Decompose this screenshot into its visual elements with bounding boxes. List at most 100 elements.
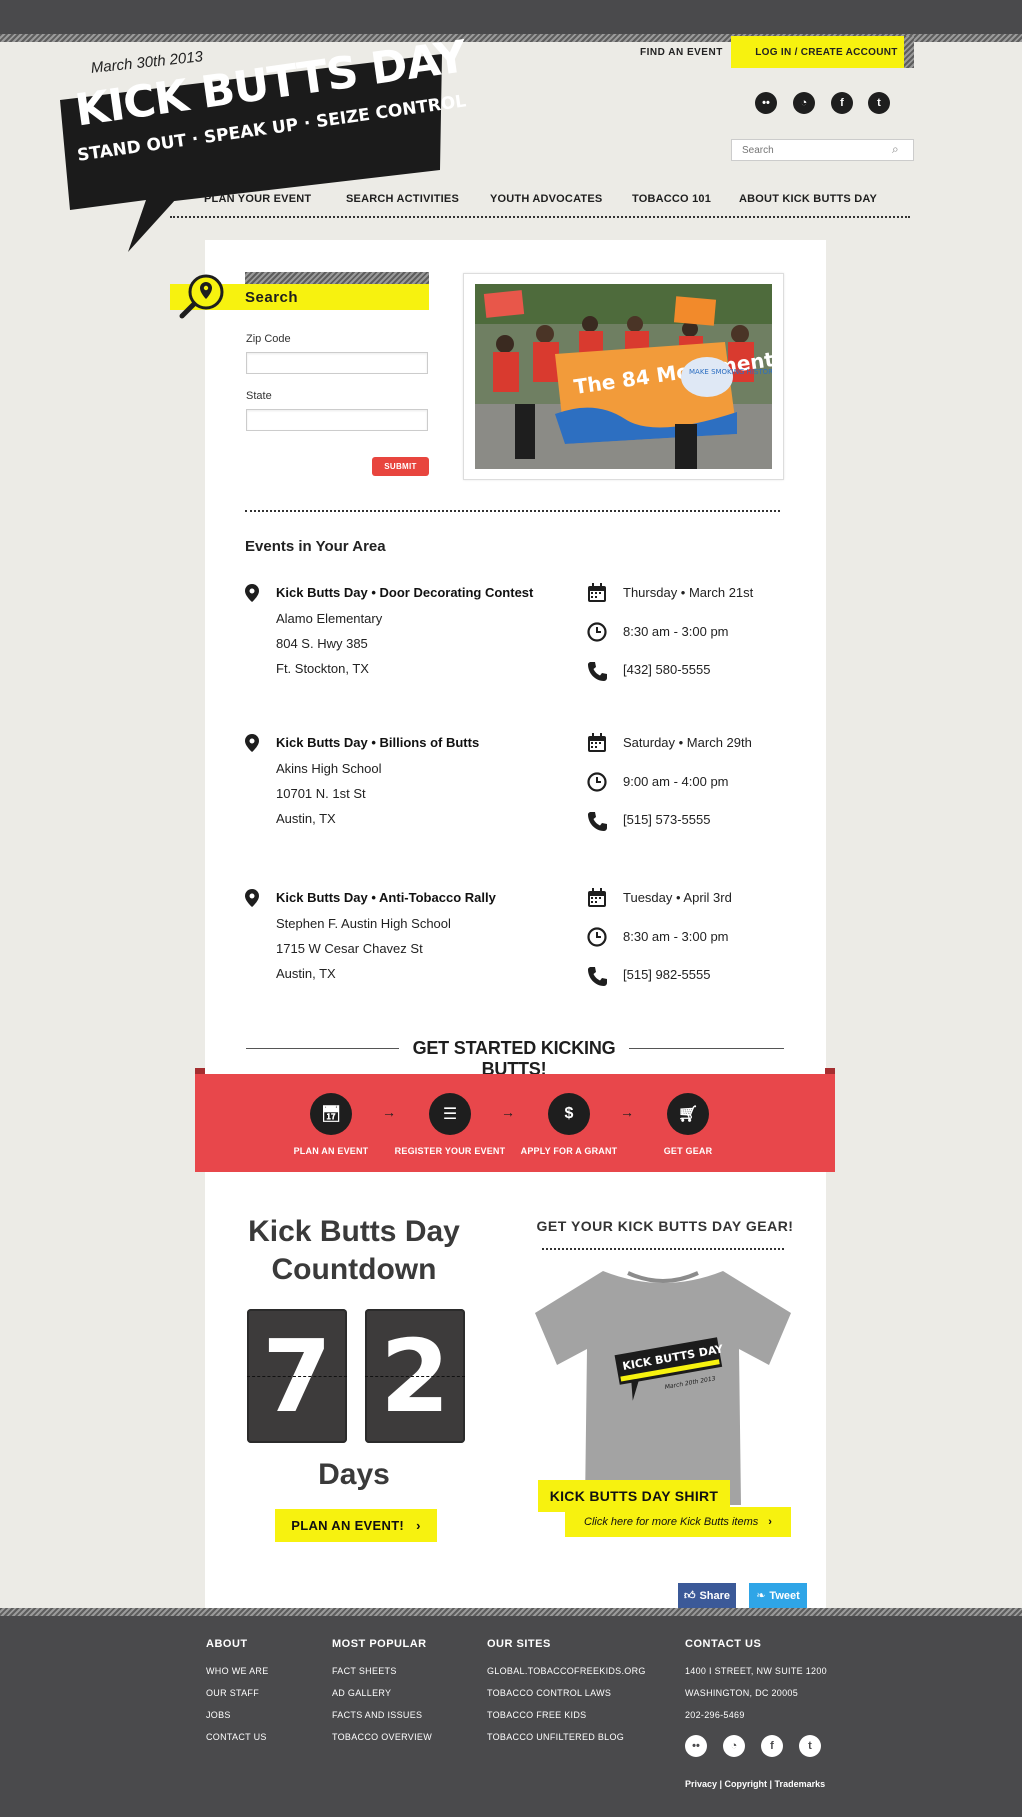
contact-phone[interactable]: 202-296-5469 (685, 1710, 745, 1720)
nav-plan-your-event[interactable]: PLAN YOUR EVENT (204, 193, 311, 205)
event-date: Tuesday • April 3rd (623, 890, 732, 905)
twitter-icon[interactable]: t (868, 92, 890, 114)
twitter-bird-icon: ❧ (756, 1590, 766, 1602)
submit-button[interactable]: SUBMIT (372, 457, 429, 476)
footer-link[interactable]: TOBACCO FREE KIDS (487, 1710, 586, 1720)
twitter-icon[interactable]: t (799, 1735, 821, 1757)
event-name[interactable]: Kick Butts Day • Billions of Butts (276, 735, 479, 750)
event-street: 10701 N. 1st St (276, 786, 366, 801)
footer-link[interactable]: AD GALLERY (332, 1688, 391, 1698)
flickr-icon[interactable]: •• (685, 1735, 707, 1757)
nav-youth-advocates[interactable]: YOUTH ADVOCATES (490, 193, 602, 205)
search-input[interactable] (731, 139, 914, 161)
calendar-icon[interactable]: 📅︎ (310, 1093, 352, 1135)
arrow-right-icon: → (501, 1104, 515, 1120)
dollar-icon[interactable]: $ (548, 1093, 590, 1135)
nav-divider (170, 216, 910, 218)
facebook-icon[interactable]: f (761, 1735, 783, 1757)
event-phone[interactable]: [515] 573-5555 (623, 812, 710, 827)
footer-link[interactable]: WHO WE ARE (206, 1666, 269, 1676)
digit-split-line (247, 1376, 347, 1377)
login-button[interactable]: LOG IN / CREATE ACCOUNT (731, 36, 914, 68)
footer-link[interactable]: OUR STAFF (206, 1688, 259, 1698)
facebook-share-button[interactable]: 👍︎ Share (678, 1583, 736, 1608)
location-pin-icon (245, 889, 259, 907)
calendar-icon (588, 888, 606, 907)
nav-search-activities[interactable]: SEARCH ACTIVITIES (346, 193, 459, 205)
rss-icon[interactable]: ◔ (793, 92, 815, 114)
event-street: 1715 W Cesar Chavez St (276, 941, 423, 956)
step-register-your-event[interactable]: REGISTER YOUR EVENT (390, 1146, 510, 1156)
event-phone[interactable]: [432] 580-5555 (623, 662, 710, 677)
event-name[interactable]: Kick Butts Day • Door Decorating Contest (276, 585, 533, 600)
more-items-link[interactable]: Click here for more Kick Butts items › (565, 1507, 791, 1537)
search-title: Search (245, 289, 299, 306)
state-label: State (246, 390, 272, 402)
event-city: Austin, TX (276, 966, 336, 981)
calendar-icon (588, 583, 606, 602)
divider-line (629, 1048, 784, 1049)
footer-link[interactable]: FACTS AND ISSUES (332, 1710, 422, 1720)
event-time: 9:00 am - 4:00 pm (623, 774, 729, 789)
state-input[interactable] (246, 409, 428, 431)
footer-contact-title: CONTACT US (685, 1638, 762, 1650)
more-items-label: Click here for more Kick Butts items (584, 1516, 759, 1528)
map-pin-magnifier-icon (179, 274, 224, 319)
digit-split-line (365, 1376, 465, 1377)
steps-band (195, 1074, 835, 1172)
search-icon[interactable]: ⌕ (892, 142, 899, 157)
footer-link[interactable]: FACT SHEETS (332, 1666, 397, 1676)
footer-link[interactable]: TOBACCO OVERVIEW (332, 1732, 432, 1742)
gear-divider (542, 1248, 784, 1250)
plan-an-event-label: PLAN AN EVENT! (291, 1518, 405, 1533)
footer-popular-title: MOST POPULAR (332, 1638, 427, 1650)
event-place: Akins High School (276, 761, 382, 776)
contact-city: WASHINGTON, DC 20005 (685, 1688, 799, 1698)
step-plan-an-event[interactable]: PLAN AN EVENT (281, 1146, 381, 1156)
clock-icon (587, 622, 607, 642)
countdown-title-line1: Kick Butts Day (248, 1215, 460, 1248)
zip-code-label: Zip Code (246, 333, 291, 345)
arrow-right-icon: → (620, 1104, 634, 1120)
contact-address: 1400 I STREET, NW SUITE 1200 (685, 1666, 827, 1676)
footer-stripe (0, 1608, 1022, 1616)
countdown-title-line2: Countdown (271, 1253, 437, 1286)
nav-tobacco-101[interactable]: TOBACCO 101 (632, 193, 711, 205)
event-name[interactable]: Kick Butts Day • Anti-Tobacco Rally (276, 890, 496, 905)
rss-icon[interactable]: ◔ (723, 1735, 745, 1757)
cart-icon[interactable]: 🛒︎ (667, 1093, 709, 1135)
step-get-gear[interactable]: GET GEAR (648, 1146, 728, 1156)
tshirt-image[interactable]: KICK BUTTS DAY March 20th 2013 (533, 1265, 793, 1510)
search-stripe (245, 272, 429, 284)
phone-icon (588, 812, 607, 831)
clock-icon (587, 927, 607, 947)
event-phone[interactable]: [515] 982-5555 (623, 967, 710, 982)
footer-sites-title: OUR SITES (487, 1638, 551, 1650)
plan-an-event-button[interactable]: PLAN AN EVENT! › (275, 1509, 437, 1542)
footer-link[interactable]: CONTACT US (206, 1732, 267, 1742)
location-pin-icon (245, 734, 259, 752)
event-date: Saturday • March 29th (623, 735, 752, 750)
login-stripe (904, 36, 914, 68)
footer-link[interactable]: GLOBAL.TOBACCOFREEKIDS.ORG (487, 1666, 646, 1676)
footer-link[interactable]: TOBACCO CONTROL LAWS (487, 1688, 611, 1698)
share-label: Share (699, 1589, 731, 1602)
flickr-icon[interactable]: •• (755, 92, 777, 114)
find-event-link[interactable]: FIND AN EVENT (640, 47, 723, 58)
clipboard-icon[interactable]: ☰ (429, 1093, 471, 1135)
event-street: 804 S. Hwy 385 (276, 636, 368, 651)
nav-about-kick-butts-day[interactable]: ABOUT KICK BUTTS DAY (739, 193, 877, 205)
events-title: Events in Your Area (245, 538, 386, 555)
thumbs-up-icon: 👍︎ (683, 1590, 696, 1602)
tweet-button[interactable]: ❧ Tweet (749, 1583, 807, 1608)
facebook-icon[interactable]: f (831, 92, 853, 114)
sign-text: MAKE SMOKING HISTORY (689, 368, 772, 376)
footer-link[interactable]: TOBACCO UNFILTERED BLOG (487, 1732, 624, 1742)
top-bar (0, 0, 1022, 34)
event-city: Ft. Stockton, TX (276, 661, 369, 676)
zip-code-input[interactable] (246, 352, 428, 374)
step-apply-for-a-grant[interactable]: APPLY FOR A GRANT (514, 1146, 624, 1156)
legal-links[interactable]: Privacy | Copyright | Trademarks (685, 1779, 825, 1789)
footer-link[interactable]: JOBS (206, 1710, 231, 1720)
gear-title: GET YOUR KICK BUTTS DAY GEAR! (536, 1218, 794, 1234)
